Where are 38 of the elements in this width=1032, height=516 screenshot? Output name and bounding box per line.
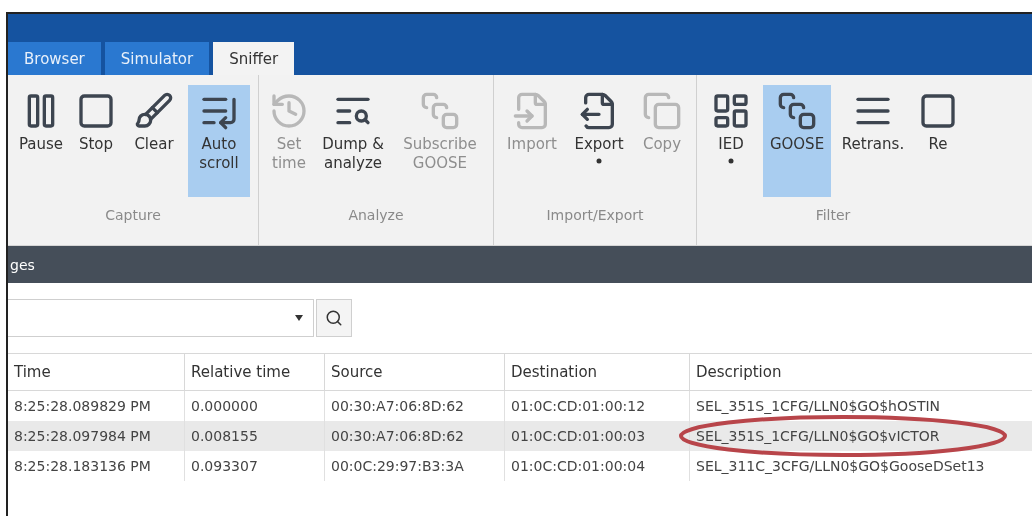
- ribbon-button[interactable]: Stop: [72, 85, 120, 197]
- table-cell: 01:0C:CD:01:00:04: [505, 451, 690, 481]
- column-header[interactable]: Source: [325, 354, 505, 391]
- ribbon-button[interactable]: Re: [915, 85, 961, 197]
- panel-title: ges: [10, 256, 35, 273]
- search-button[interactable]: [316, 299, 352, 337]
- search-icon: [325, 309, 343, 327]
- column-header[interactable]: Relative time: [185, 354, 325, 391]
- table-cell: 8:25:28.183136 PM: [8, 451, 185, 481]
- group-label: Filter: [815, 207, 851, 223]
- ribbon-button[interactable]: Pause: [16, 85, 66, 197]
- ribbon-button[interactable]: IED: [705, 85, 757, 197]
- square-icon: [918, 91, 958, 131]
- tab[interactable]: Simulator: [104, 42, 210, 75]
- ribbon-button[interactable]: Dump & analyze: [317, 85, 389, 197]
- caret-icon: [295, 315, 303, 321]
- ribbon-button[interactable]: Export: [568, 85, 630, 197]
- tab[interactable]: Browser: [8, 42, 101, 75]
- column-header[interactable]: Destination: [505, 354, 690, 391]
- group-label: Analyze: [348, 207, 404, 223]
- copy-icon: [642, 91, 682, 131]
- ribbon-button[interactable]: Retrans.: [837, 85, 909, 197]
- ribbon-button[interactable]: Clear: [126, 85, 182, 197]
- group-label: Import/Export: [546, 207, 644, 223]
- tab[interactable]: Sniffer: [213, 42, 295, 75]
- panel-icon: [711, 91, 751, 131]
- stop-icon: [76, 91, 116, 131]
- group-label: Capture: [105, 207, 161, 223]
- brush-icon: [134, 91, 174, 131]
- stacked-squares-icon: [420, 91, 460, 131]
- clock-icon: [269, 91, 309, 131]
- column-header[interactable]: Time: [8, 354, 185, 391]
- table-cell: SEL_311C_3CFG/LLN0$GO$GooseDSet13: [690, 451, 1032, 481]
- ribbon-button[interactable]: Auto scroll: [188, 85, 250, 197]
- stacked-squares-icon: [777, 91, 817, 131]
- table-cell: 0.093307: [185, 451, 325, 481]
- table-cell: 00:0C:29:97:B3:3A: [325, 451, 505, 481]
- ribbon-button[interactable]: GOOSE: [763, 85, 831, 197]
